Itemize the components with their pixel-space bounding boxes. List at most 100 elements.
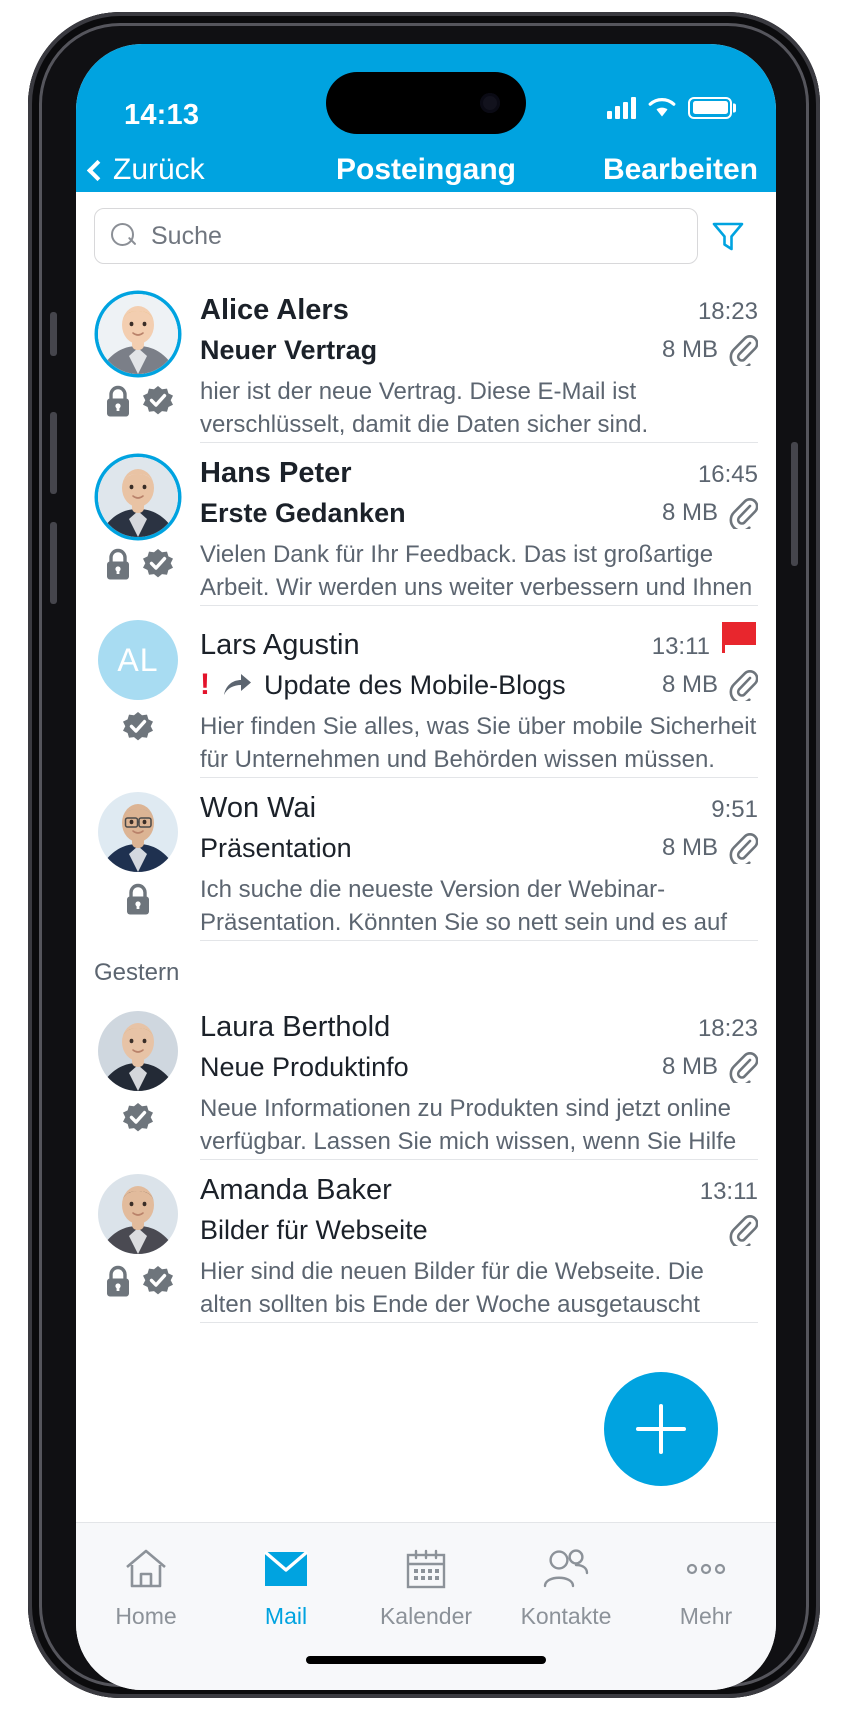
tab-home[interactable]: Home	[76, 1547, 216, 1630]
signed-seal-icon	[123, 711, 153, 740]
nav-bar: Zurück Posteingang Bearbeiten	[76, 148, 776, 192]
email-content: Laura Berthold 18:23 Neue Produktinfo 8 …	[200, 1011, 776, 1160]
email-sender: Alice Alers	[200, 294, 349, 326]
home-icon	[126, 1549, 166, 1588]
attachment-icon	[729, 335, 758, 366]
email-preview: hier ist der neue Vertrag. Diese E-Mail …	[200, 375, 758, 443]
filter-button[interactable]	[698, 208, 758, 264]
email-sender: Amanda Baker	[200, 1174, 392, 1206]
email-sender: Lars Agustin	[200, 629, 360, 661]
email-list[interactable]: Alice Alers 18:23 Neuer Vertrag 8 MB hie…	[76, 280, 776, 1402]
email-list-item[interactable]: Hans Peter 16:45 Erste Gedanken 8 MB Vie…	[76, 443, 776, 606]
email-sender: Hans Peter	[200, 457, 352, 489]
silent-switch[interactable]	[50, 312, 57, 356]
filter-funnel-icon	[712, 222, 744, 251]
more-dots-icon	[686, 1563, 726, 1575]
dynamic-island	[326, 72, 526, 134]
tab-kontakte[interactable]: Kontakte	[496, 1547, 636, 1630]
tab-label: Kalender	[379, 1603, 473, 1629]
signed-seal-icon	[123, 1102, 153, 1131]
avatar	[98, 457, 178, 537]
tab-kalender[interactable]: Kalender	[356, 1547, 496, 1630]
lock-icon	[106, 1265, 129, 1297]
tab-label: Mehr	[679, 1603, 733, 1629]
email-list-item[interactable]: Alice Alers 18:23 Neuer Vertrag 8 MB hie…	[76, 280, 776, 443]
email-header-line: Amanda Baker 13:11	[200, 1174, 758, 1207]
email-header-line: Alice Alers 18:23	[200, 294, 758, 327]
search-input[interactable]	[151, 221, 681, 251]
power-button[interactable]	[791, 442, 798, 566]
email-subject-line: Neuer Vertrag 8 MB	[200, 334, 758, 366]
email-subject-line: ! Update des Mobile-Blogs 8 MB	[200, 669, 758, 701]
email-subject-line: Neue Produktinfo 8 MB	[200, 1051, 758, 1083]
email-subject-wrap: Erste Gedanken	[200, 498, 652, 529]
email-header-line: Hans Peter 16:45	[200, 457, 758, 490]
search-icon	[111, 223, 137, 249]
email-subject-wrap: ! Update des Mobile-Blogs	[200, 670, 652, 701]
email-list-item[interactable]: Won Wai 9:51 Präsentation 8 MB Ich suche…	[76, 778, 776, 941]
search-box[interactable]	[94, 208, 698, 264]
back-button[interactable]: Zurück	[86, 153, 205, 187]
email-preview: Hier sind die neuen Bilder für die Webse…	[200, 1255, 758, 1323]
email-list-item[interactable]: Laura Berthold 18:23 Neue Produktinfo 8 …	[76, 997, 776, 1160]
compose-button[interactable]	[604, 1372, 718, 1486]
email-subject-line: Präsentation 8 MB	[200, 832, 758, 864]
email-preview: Ich suche die neueste Version der Webina…	[200, 873, 758, 941]
email-sender: Laura Berthold	[200, 1011, 391, 1043]
status-indicators	[607, 96, 732, 119]
page-title: Posteingang	[335, 153, 517, 186]
signed-seal-icon	[142, 548, 173, 577]
security-badges	[103, 1264, 174, 1298]
email-avatar-column	[76, 1174, 200, 1323]
chevron-left-icon	[86, 159, 109, 181]
email-time: 9:51	[711, 796, 758, 823]
back-button-label: Zurück	[113, 153, 205, 186]
avatar	[98, 294, 178, 374]
attachment-icon	[729, 670, 758, 701]
email-subject: Erste Gedanken	[200, 497, 406, 528]
email-time: 13:11	[699, 1178, 758, 1205]
wifi-icon	[648, 98, 676, 117]
attachment-icon	[729, 498, 758, 529]
home-indicator[interactable]	[306, 1656, 546, 1664]
avatar	[98, 1011, 178, 1091]
email-subject: Update des Mobile-Blogs	[264, 669, 566, 700]
lock-icon	[106, 385, 129, 417]
phone-frame: 14:13 Zurück Posteingang Bearbeiten Such…	[28, 12, 820, 1698]
email-subject-wrap: Präsentation	[200, 833, 652, 864]
email-content: Lars Agustin 13:11 ! Update des Mobile-B…	[200, 620, 776, 778]
signed-seal-icon	[142, 1265, 173, 1294]
mail-icon	[263, 1550, 309, 1586]
email-content: Amanda Baker 13:11 Bilder für Webseite H…	[200, 1174, 776, 1323]
tab-mehr[interactable]: Mehr	[636, 1547, 776, 1630]
attachment-icon	[729, 1052, 758, 1083]
volume-up-button[interactable]	[50, 412, 57, 494]
edit-button[interactable]: Bearbeiten	[603, 153, 758, 187]
email-subject: Präsentation	[200, 832, 352, 863]
front-camera-icon	[480, 93, 500, 113]
avatar-initials: AL	[98, 620, 178, 700]
email-size: 8 MB	[661, 671, 718, 698]
security-badges	[103, 384, 174, 418]
email-content: Alice Alers 18:23 Neuer Vertrag 8 MB hie…	[200, 294, 776, 443]
email-list-item[interactable]: AL Lars Agustin 13:11 ! Update des Mobil…	[76, 606, 776, 778]
tab-label: Kontakte	[520, 1603, 612, 1629]
tab-mail[interactable]: Mail	[216, 1547, 356, 1630]
tab-label: Home	[115, 1603, 177, 1629]
email-list-item[interactable]: Amanda Baker 13:11 Bilder für Webseite H…	[76, 1160, 776, 1323]
email-avatar-column	[76, 792, 200, 941]
cellular-signal-icon	[607, 96, 636, 119]
contacts-icon	[543, 1547, 589, 1591]
email-avatar-column	[76, 457, 200, 606]
email-preview: Hier finden Sie alles, was Sie über mobi…	[200, 710, 758, 778]
email-content: Hans Peter 16:45 Erste Gedanken 8 MB Vie…	[200, 457, 776, 606]
email-subject-wrap: Neue Produktinfo	[200, 1052, 652, 1083]
email-header-line: Lars Agustin 13:11	[200, 620, 758, 662]
email-avatar-column: AL	[76, 620, 200, 778]
more-dots-icon	[684, 1547, 728, 1591]
email-subject: Neue Produktinfo	[200, 1051, 409, 1082]
forward-arrow-icon	[224, 674, 251, 695]
email-avatar-column	[76, 1011, 200, 1160]
lock-icon	[106, 548, 129, 580]
volume-down-button[interactable]	[50, 522, 57, 604]
